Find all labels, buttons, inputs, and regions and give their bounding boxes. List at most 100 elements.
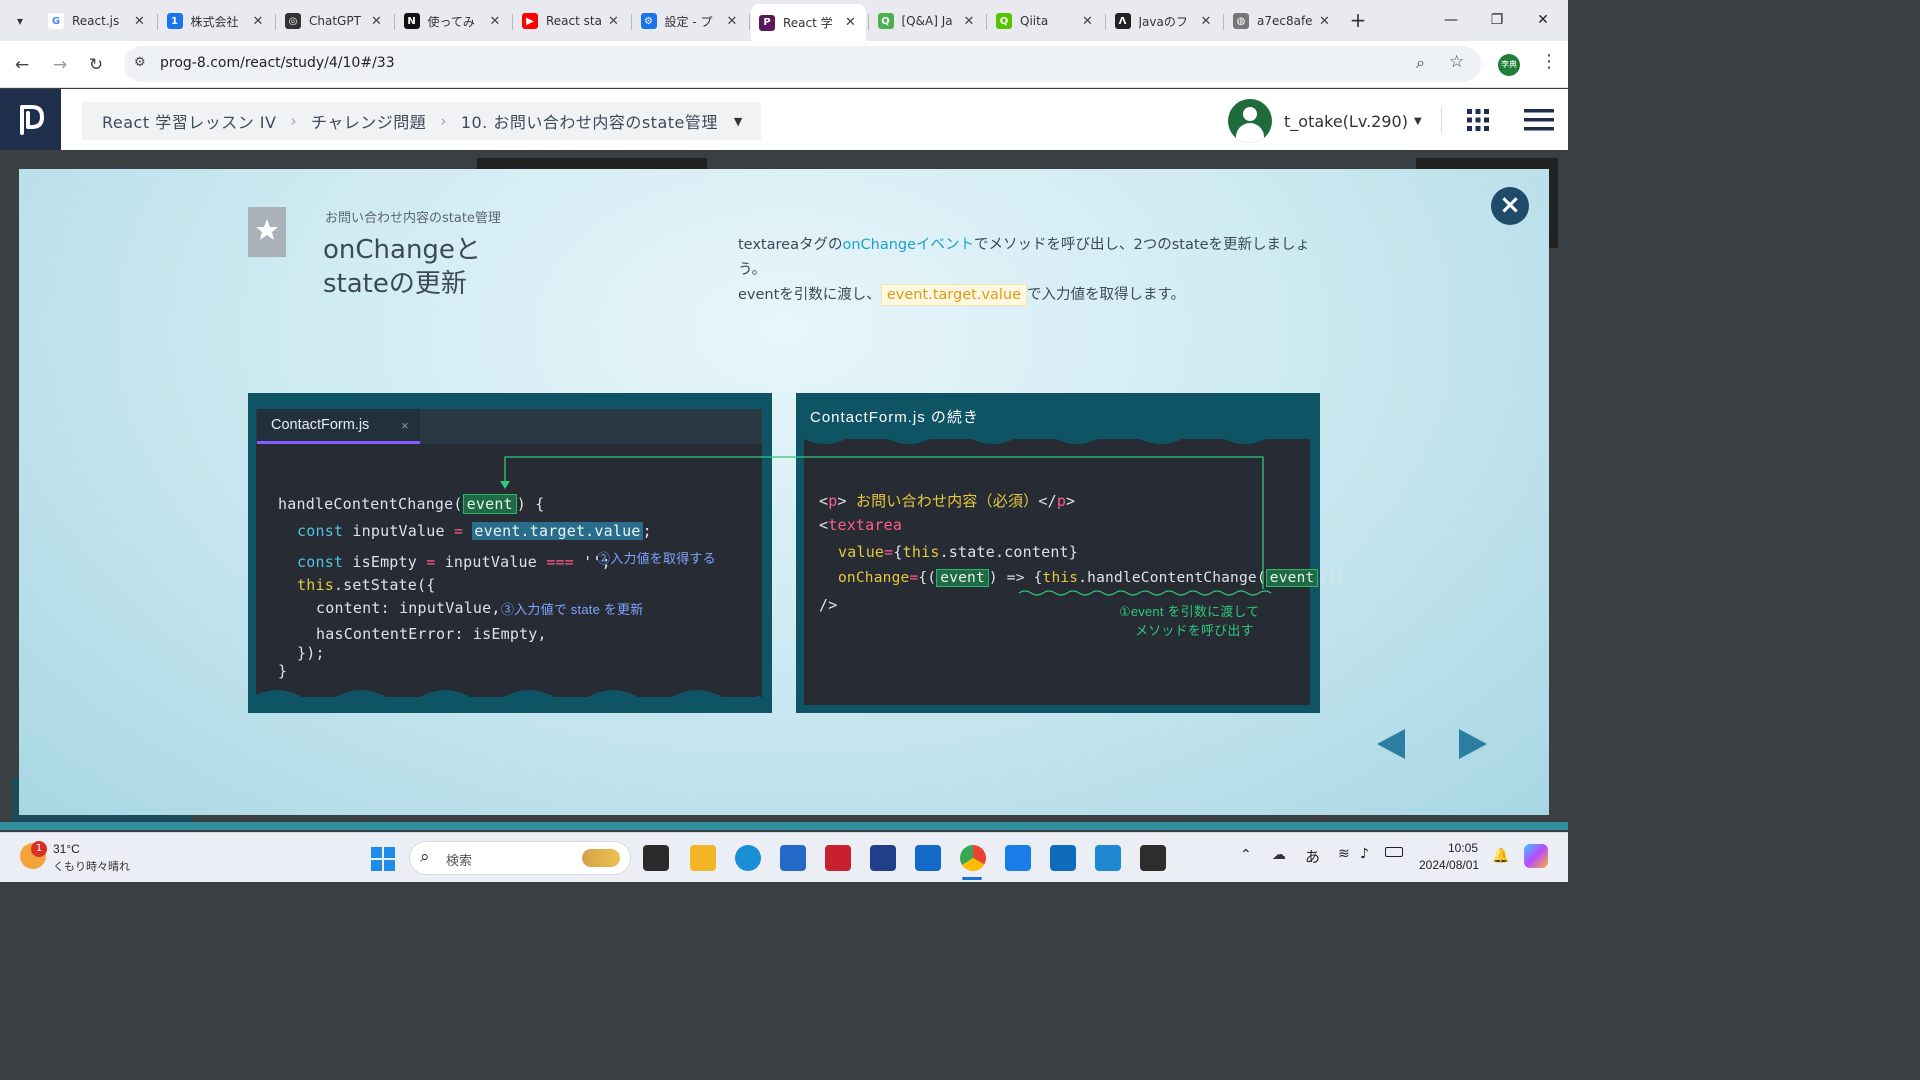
- tab-close-icon[interactable]: ✕: [131, 14, 149, 29]
- vscode-icon[interactable]: [1095, 845, 1121, 871]
- new-tab-button[interactable]: +: [1346, 8, 1370, 32]
- minimize-button[interactable]: —: [1428, 6, 1474, 34]
- tab-title: React 学: [783, 16, 833, 30]
- desc-text-c: eventを引数に渡し、: [738, 287, 881, 303]
- onedrive-icon[interactable]: ☁: [1272, 847, 1286, 863]
- tab-title: React.js: [72, 14, 120, 28]
- tab-favicon-icon: Q: [996, 13, 1012, 29]
- tab-close-icon[interactable]: ✕: [368, 14, 386, 29]
- zoom-icon[interactable]: ⌕: [1416, 53, 1425, 73]
- hamburger-menu-icon[interactable]: [1524, 108, 1554, 132]
- volume-icon[interactable]: ♪: [1360, 846, 1369, 862]
- taskbar-search[interactable]: ⌕ 検索: [409, 841, 631, 875]
- username[interactable]: t_otake(Lv.290): [1284, 112, 1408, 131]
- app-icon[interactable]: [1005, 845, 1031, 871]
- tab-favicon-icon: G: [48, 13, 64, 29]
- browser-tab[interactable]: G React.js ✕: [40, 6, 155, 36]
- store-icon[interactable]: [780, 845, 806, 871]
- browser-tab[interactable]: ◍ a7ec8afe ✕: [1225, 6, 1340, 36]
- browser-tab[interactable]: Q [Q&A] Ja ✕: [870, 6, 985, 36]
- tab-close-icon[interactable]: ✕: [486, 14, 504, 29]
- tab-close-icon[interactable]: ✕: [842, 15, 860, 30]
- tab-separator: [630, 14, 632, 30]
- battery-icon[interactable]: [1385, 847, 1403, 857]
- weather-desc[interactable]: くもり時々晴れ: [53, 858, 130, 874]
- outlook-icon[interactable]: [915, 845, 941, 871]
- user-menu[interactable]: t_otake(Lv.290) ▼: [1228, 99, 1422, 143]
- progate-logo[interactable]: [0, 89, 61, 150]
- dropbox-icon[interactable]: [870, 845, 896, 871]
- browser-tab[interactable]: 1 株式会社 ✕: [159, 6, 274, 36]
- outlook-new-icon[interactable]: [1050, 845, 1076, 871]
- code-line: this.setState({: [297, 576, 436, 594]
- tab-close-icon[interactable]: ✕: [960, 14, 978, 29]
- weather-badge: 1: [31, 841, 47, 857]
- ime-indicator[interactable]: あ: [1305, 846, 1320, 867]
- code-line: const isEmpty = inputValue === '';: [297, 553, 611, 571]
- browser-menu-icon[interactable]: ⋮: [1540, 51, 1558, 72]
- breadcrumb-challenge[interactable]: チャレンジ問題: [311, 109, 426, 133]
- close-window-button[interactable]: ✕: [1520, 6, 1566, 34]
- tab-close-icon[interactable]: ×: [401, 409, 409, 442]
- next-slide-arrow-icon[interactable]: [1459, 729, 1487, 759]
- browser-tab[interactable]: P React 学 ✕: [751, 4, 866, 41]
- task-view-icon[interactable]: [643, 845, 669, 871]
- url-text[interactable]: prog-8.com/react/study/4/10#/33: [160, 55, 395, 71]
- background-progress: [0, 822, 1568, 830]
- tab-close-icon[interactable]: ✕: [1079, 14, 1097, 29]
- apps-grid-icon[interactable]: [1466, 108, 1490, 132]
- mcafee-icon[interactable]: [825, 845, 851, 871]
- chrome-icon[interactable]: [960, 845, 986, 871]
- tab-title: Qiita: [1020, 14, 1049, 28]
- tab-search-icon[interactable]: ▾: [8, 9, 32, 33]
- restore-button[interactable]: ❐: [1474, 6, 1520, 34]
- breadcrumb-lesson[interactable]: React 学習レッスン IV: [102, 109, 276, 133]
- annotation-get-value: ②入力値を取得する: [597, 551, 716, 566]
- browser-tab[interactable]: ◎ ChatGPT ✕: [277, 6, 392, 36]
- copilot-icon[interactable]: [1524, 844, 1548, 868]
- terminal-icon[interactable]: [1140, 845, 1166, 871]
- browser-tab[interactable]: Λ Javaのフ ✕: [1107, 6, 1222, 36]
- close-modal-button[interactable]: ×: [1491, 187, 1529, 225]
- edge-icon[interactable]: [735, 845, 761, 871]
- tab-close-icon[interactable]: ✕: [1316, 14, 1334, 29]
- wifi-icon[interactable]: ≋: [1338, 846, 1350, 862]
- file-explorer-icon[interactable]: [690, 845, 716, 871]
- tab-close-icon[interactable]: ✕: [1197, 14, 1215, 29]
- editor-tab[interactable]: ContactForm.js ×: [257, 409, 420, 444]
- browser-tab[interactable]: ▶ React sta ✕: [514, 6, 629, 36]
- breadcrumb-current[interactable]: 10. お問い合わせ内容のstate管理: [461, 109, 718, 133]
- clock-date[interactable]: 2024/08/01: [1419, 858, 1479, 872]
- notification-bell-icon[interactable]: 🔔: [1492, 848, 1509, 864]
- tab-separator: [1104, 14, 1106, 30]
- windows-start-icon[interactable]: [371, 847, 395, 871]
- divider: [1441, 107, 1442, 133]
- bookmark-ribbon[interactable]: [248, 207, 286, 257]
- caret-down-icon[interactable]: ▼: [734, 115, 743, 128]
- profile-avatar[interactable]: 李典: [1498, 54, 1520, 76]
- tab-close-icon[interactable]: ✕: [723, 14, 741, 29]
- tab-favicon-icon: ▶: [522, 13, 538, 29]
- user-avatar[interactable]: [1228, 99, 1272, 143]
- browser-tab[interactable]: Q Qiita ✕: [988, 6, 1103, 36]
- editor-tab-label: ContactForm.js: [271, 417, 370, 433]
- browser-tab-strip: ▾ G React.js ✕ 1 株式会社 ✕ ◎ ChatGPT ✕ N 使ってみ ✕ ▶ React …: [0, 0, 1568, 41]
- weather-temp[interactable]: 31°C: [53, 842, 80, 856]
- tray-chevron-icon[interactable]: ⌃: [1240, 847, 1252, 863]
- forward-icon[interactable]: →: [46, 51, 74, 79]
- clock-time[interactable]: 10:05: [1448, 841, 1478, 855]
- tab-close-icon[interactable]: ✕: [249, 14, 267, 29]
- browser-tab[interactable]: N 使ってみ ✕: [396, 6, 511, 36]
- bookmark-star-icon[interactable]: ☆: [1449, 52, 1464, 72]
- address-bar[interactable]: ⚙ prog-8.com/react/study/4/10#/33 ⌕ ☆: [124, 46, 1481, 82]
- site-header: React 学習レッスン IV › チャレンジ問題 › 10. お問い合わせ内容…: [0, 89, 1568, 150]
- prev-slide-arrow-icon[interactable]: [1377, 729, 1405, 759]
- back-icon[interactable]: ←: [8, 51, 36, 79]
- reload-icon[interactable]: ↻: [82, 51, 110, 79]
- tab-title: React sta: [546, 14, 602, 28]
- site-info-icon[interactable]: ⚙: [134, 55, 146, 70]
- tab-close-icon[interactable]: ✕: [605, 14, 623, 29]
- browser-tab[interactable]: ⚙ 設定 - プ ✕: [633, 6, 748, 36]
- tab-title: Javaのフ: [1138, 14, 1188, 29]
- caret-down-icon[interactable]: ▼: [1414, 116, 1422, 127]
